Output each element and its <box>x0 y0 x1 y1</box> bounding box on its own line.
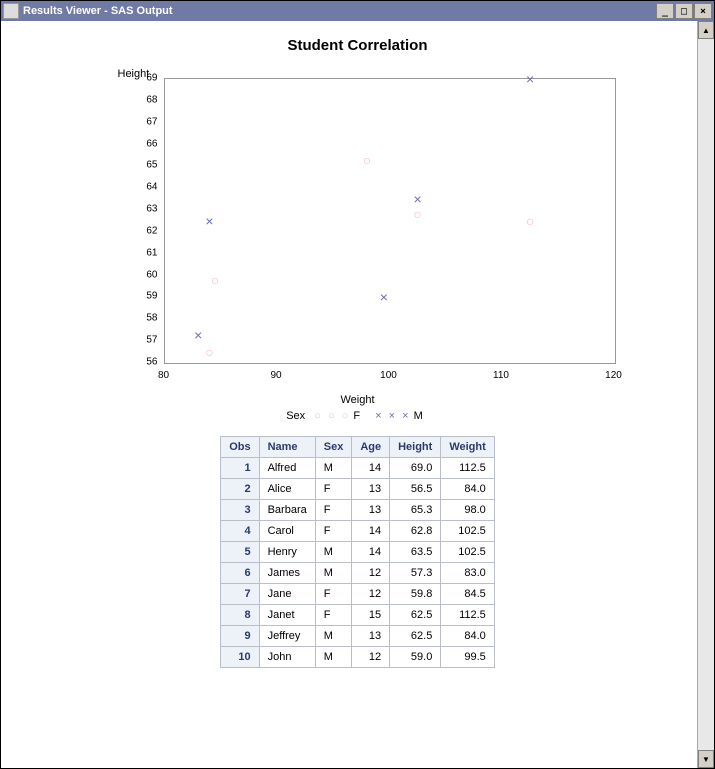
table-row: 10JohnM1259.099.5 <box>221 647 495 668</box>
table-row: 9JeffreyM1362.584.0 <box>221 626 495 647</box>
table-row: 4CarolF1462.8102.5 <box>221 521 495 542</box>
legend-marker-m: × × × <box>375 410 410 422</box>
data-point-m: × <box>414 191 422 207</box>
data-point-f: ○ <box>363 152 371 168</box>
table-row: 6JamesM1257.383.0 <box>221 563 495 584</box>
y-tick: 57 <box>138 335 158 346</box>
data-point-m: × <box>194 327 202 343</box>
app-icon <box>3 3 19 19</box>
col-sex: Sex <box>315 437 352 458</box>
y-tick: 59 <box>138 291 158 302</box>
col-height: Height <box>390 437 441 458</box>
y-tick: 63 <box>138 204 158 215</box>
table-row: 1AlfredM1469.0112.5 <box>221 458 495 479</box>
titlebar[interactable]: Results Viewer - SAS Output _ □ × <box>1 1 714 21</box>
minimize-button[interactable]: _ <box>656 3 674 19</box>
y-tick: 60 <box>138 269 158 280</box>
data-table: ObsNameSexAgeHeightWeight1AlfredM1469.01… <box>220 436 495 668</box>
y-tick: 66 <box>138 138 158 149</box>
legend-marker-f: ○ ○ ○ <box>314 410 350 422</box>
chart-title: Student Correlation <box>78 37 638 54</box>
data-point-f: ○ <box>205 344 213 360</box>
chart-box: Height ○○○○○××××× 5657585960616263646566… <box>78 60 638 390</box>
y-tick: 69 <box>138 73 158 84</box>
x-axis-label: Weight <box>78 394 638 406</box>
table-row: 5HenryM1463.5102.5 <box>221 542 495 563</box>
col-weight: Weight <box>441 437 494 458</box>
y-tick: 67 <box>138 116 158 127</box>
y-tick: 56 <box>138 357 158 368</box>
plot-area: ○○○○○××××× <box>164 78 616 364</box>
legend-title: Sex <box>286 410 305 422</box>
x-tick: 110 <box>493 370 509 381</box>
x-tick: 100 <box>380 370 397 381</box>
legend: Sex ○ ○ ○ F × × × M <box>78 410 638 422</box>
data-point-f: ○ <box>526 213 534 229</box>
x-tick: 90 <box>270 370 281 381</box>
legend-label-f: F <box>353 410 360 422</box>
data-point-f: ○ <box>413 206 421 222</box>
table-row: 8JanetF1562.5112.5 <box>221 605 495 626</box>
col-obs: Obs <box>221 437 259 458</box>
data-point-m: × <box>380 289 388 305</box>
vertical-scrollbar[interactable]: ▲ ▼ <box>697 21 714 768</box>
y-tick: 65 <box>138 160 158 171</box>
maximize-button[interactable]: □ <box>675 3 693 19</box>
scatter-chart: Student Correlation Height ○○○○○××××× 56… <box>78 37 638 422</box>
table-row: 3BarbaraF1365.398.0 <box>221 500 495 521</box>
data-point-f: ○ <box>211 272 219 288</box>
table-row: 2AliceF1356.584.0 <box>221 479 495 500</box>
window-title: Results Viewer - SAS Output <box>23 5 173 17</box>
y-tick: 58 <box>138 313 158 324</box>
x-tick: 120 <box>605 370 622 381</box>
y-tick: 61 <box>138 247 158 258</box>
window-controls: _ □ × <box>655 3 712 19</box>
scroll-down-button[interactable]: ▼ <box>698 750 714 768</box>
x-tick: 80 <box>158 370 169 381</box>
legend-label-m: M <box>414 410 423 422</box>
results-viewer-window: Results Viewer - SAS Output _ □ × Studen… <box>0 0 715 769</box>
close-button[interactable]: × <box>694 3 712 19</box>
table-row: 7JaneF1259.884.5 <box>221 584 495 605</box>
scroll-up-button[interactable]: ▲ <box>698 21 714 39</box>
y-tick: 68 <box>138 94 158 105</box>
col-name: Name <box>259 437 315 458</box>
content-area: Student Correlation Height ○○○○○××××× 56… <box>1 21 714 768</box>
data-point-m: × <box>205 213 213 229</box>
y-tick: 62 <box>138 225 158 236</box>
col-age: Age <box>352 437 390 458</box>
y-tick: 64 <box>138 182 158 193</box>
data-point-m: × <box>526 71 534 87</box>
